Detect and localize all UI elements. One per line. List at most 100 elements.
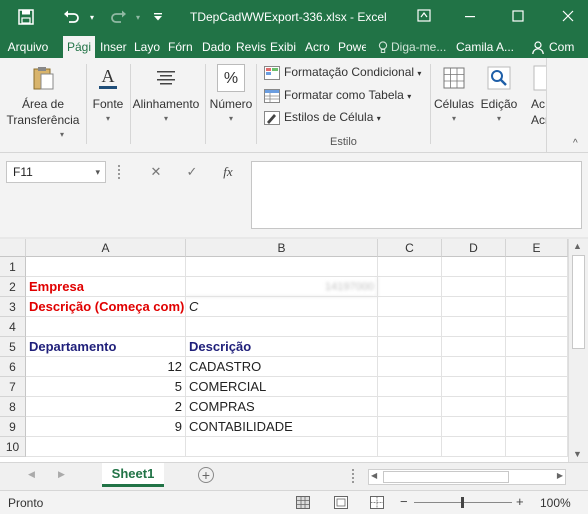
cell-a3[interactable]: Descrição (Começa com) <box>26 297 186 317</box>
empty-cell[interactable] <box>442 317 506 337</box>
tab-splitter[interactable] <box>352 469 356 483</box>
empty-cell[interactable] <box>442 437 506 457</box>
empty-cell[interactable] <box>442 257 506 277</box>
tab-file[interactable]: Arquivo <box>2 36 54 58</box>
row-header-2[interactable]: 2 <box>0 277 26 297</box>
redo-button[interactable] <box>104 6 132 28</box>
column-header-a[interactable]: A <box>26 239 186 257</box>
tab-page-layout[interactable]: Layo <box>134 36 163 58</box>
column-header-d[interactable]: D <box>442 239 506 257</box>
maximize-button[interactable] <box>506 5 530 27</box>
cell-a6[interactable]: 12 <box>26 357 186 377</box>
redo-dropdown[interactable]: ▾ <box>132 6 144 28</box>
cell-b9[interactable]: CONTABILIDADE <box>186 417 378 437</box>
cell-b2[interactable]: 14197000 <box>186 277 378 297</box>
vertical-scrollbar[interactable]: ▲ ▼ <box>568 239 588 462</box>
cell-b7[interactable]: COMERCIAL <box>186 377 378 397</box>
share-button[interactable]: Com <box>532 36 588 58</box>
tab-insert[interactable]: Inser <box>100 36 130 58</box>
next-sheet-icon[interactable]: ▶ <box>58 469 65 480</box>
empty-cell[interactable] <box>378 257 442 277</box>
empty-cell[interactable] <box>506 437 568 457</box>
scroll-left-icon[interactable]: ◀ <box>371 471 377 480</box>
empty-cell[interactable] <box>506 257 568 277</box>
row-header-7[interactable]: 7 <box>0 377 26 397</box>
cell-a8[interactable]: 2 <box>26 397 186 417</box>
empty-cell[interactable] <box>506 357 568 377</box>
customize-qat-button[interactable] <box>150 6 166 28</box>
empty-cell[interactable] <box>186 317 378 337</box>
row-header-8[interactable]: 8 <box>0 397 26 417</box>
row-header-5[interactable]: 5 <box>0 337 26 357</box>
cell-b6[interactable]: CADASTRO <box>186 357 378 377</box>
empty-cell[interactable] <box>506 417 568 437</box>
empty-cell[interactable] <box>506 337 568 357</box>
select-all-corner[interactable] <box>0 239 26 257</box>
empty-cell[interactable] <box>26 257 186 277</box>
empty-cell[interactable] <box>378 297 442 317</box>
worksheet-grid[interactable]: A B C D E 1 2 3 4 5 6 7 8 9 10 Empresa 1… <box>0 239 568 460</box>
undo-dropdown[interactable]: ▾ <box>86 6 98 28</box>
ribbon-display-options-button[interactable] <box>412 5 436 27</box>
formula-input[interactable] <box>251 161 582 229</box>
format-as-table-button[interactable]: Formatar como Tabela ▾ <box>264 85 411 105</box>
cell-a9[interactable]: 9 <box>26 417 186 437</box>
empty-cell[interactable] <box>442 277 506 297</box>
name-box[interactable]: F11 ▾ <box>6 161 106 183</box>
tell-me-search[interactable]: Diga-me... <box>378 36 450 58</box>
previous-sheet-icon[interactable]: ◀ <box>28 469 35 480</box>
close-button[interactable] <box>556 5 580 27</box>
empty-cell[interactable] <box>442 357 506 377</box>
tab-review[interactable]: Revis <box>236 36 266 58</box>
alignment-group[interactable]: Alinhamento ▾ <box>130 58 202 152</box>
cell-b5[interactable]: Descrição <box>186 337 378 357</box>
empty-cell[interactable] <box>506 317 568 337</box>
scroll-down-icon[interactable]: ▼ <box>573 449 582 459</box>
tab-power-pivot[interactable]: Powe <box>338 36 366 58</box>
empty-cell[interactable] <box>506 397 568 417</box>
empty-cell[interactable] <box>186 257 378 277</box>
plus-icon[interactable]: + <box>198 467 214 483</box>
zoom-slider-thumb[interactable] <box>461 497 464 508</box>
chevron-down-icon[interactable]: ▾ <box>95 162 100 182</box>
cell-a2[interactable]: Empresa <box>26 277 186 297</box>
acrobat-group[interactable]: Ac Acro <box>522 58 546 152</box>
scroll-right-icon[interactable]: ▶ <box>557 471 563 480</box>
empty-cell[interactable] <box>442 377 506 397</box>
empty-cell[interactable] <box>442 417 506 437</box>
user-account[interactable]: Camila A... <box>456 36 522 58</box>
cell-styles-button[interactable]: Estilos de Célula ▾ <box>264 107 381 127</box>
empty-cell[interactable] <box>378 377 442 397</box>
horizontal-scrollbar[interactable]: ◀ ▶ <box>368 469 566 485</box>
normal-view-icon[interactable] <box>296 496 310 509</box>
cell-a7[interactable]: 5 <box>26 377 186 397</box>
empty-cell[interactable] <box>26 437 186 457</box>
cell-b8[interactable]: COMPRAS <box>186 397 378 417</box>
zoom-in-button[interactable]: + <box>516 494 524 509</box>
tab-view[interactable]: Exibi <box>270 36 300 58</box>
empty-cell[interactable] <box>506 377 568 397</box>
empty-cell[interactable] <box>378 417 442 437</box>
zoom-percentage[interactable]: 100% <box>540 496 571 510</box>
empty-cell[interactable] <box>378 357 442 377</box>
cancel-button[interactable]: ✕ <box>144 161 168 183</box>
row-header-3[interactable]: 3 <box>0 297 26 317</box>
conditional-formatting-button[interactable]: Formatação Condicional ▾ <box>264 62 421 82</box>
collapse-ribbon-icon[interactable]: ^ <box>573 138 578 149</box>
column-header-e[interactable]: E <box>506 239 568 257</box>
font-group[interactable]: A Fonte ▾ <box>87 58 129 152</box>
tab-data[interactable]: Dado <box>202 36 232 58</box>
tab-home[interactable]: Pági <box>63 36 95 58</box>
zoom-out-button[interactable]: − <box>400 494 408 509</box>
scroll-thumb[interactable] <box>572 255 585 349</box>
column-header-c[interactable]: C <box>378 239 442 257</box>
cells-group[interactable]: Células ▾ <box>432 58 476 152</box>
empty-cell[interactable] <box>506 297 568 317</box>
sheet-tab-active[interactable]: Sheet1 <box>102 463 164 487</box>
scroll-up-icon[interactable]: ▲ <box>573 241 582 251</box>
minimize-button[interactable] <box>458 5 482 27</box>
row-header-1[interactable]: 1 <box>0 257 26 277</box>
cell-a5[interactable]: Departamento <box>26 337 186 357</box>
empty-cell[interactable] <box>442 397 506 417</box>
empty-cell[interactable] <box>186 437 378 457</box>
